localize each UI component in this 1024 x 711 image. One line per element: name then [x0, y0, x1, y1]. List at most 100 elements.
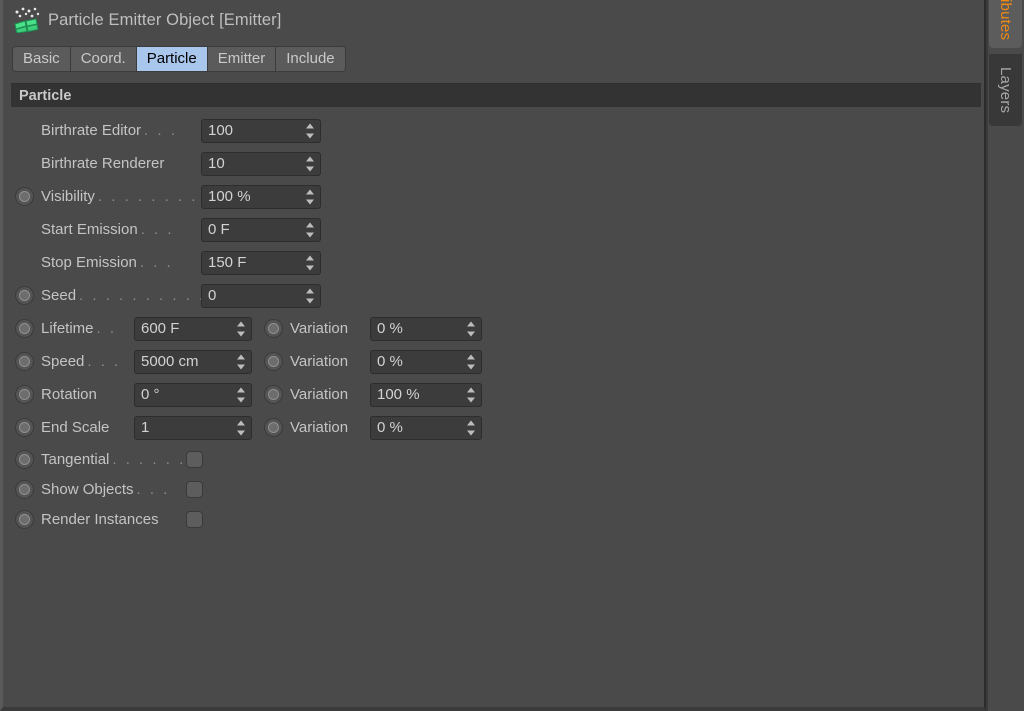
label-text: Tangential — [41, 450, 110, 468]
row-render-instances: Render Instances — [3, 504, 989, 534]
spinner-icon[interactable] — [467, 320, 476, 337]
field-birthrate-renderer[interactable]: 10 — [201, 151, 321, 176]
label-rotation-variation: Variation — [290, 386, 370, 403]
dock-tab-attributes-label: ibutes — [997, 0, 1014, 41]
label-text: Birthrate Editor — [41, 122, 142, 139]
label-birthrate-editor: Birthrate Editor . . . — [41, 122, 201, 139]
animate-toggle-rotation-variation[interactable] — [264, 385, 283, 404]
spinner-icon[interactable] — [237, 320, 246, 337]
label-visibility: Visibility . . . . . . . . — [41, 188, 201, 205]
label-speed: Speed . . . — [41, 353, 134, 370]
field-value: 100 % — [377, 386, 420, 403]
label-text: Variation — [290, 353, 349, 370]
field-value: 100 — [208, 122, 234, 139]
checkbox-tangential[interactable] — [186, 450, 203, 468]
dock-divider — [986, 0, 988, 711]
anim-spacer — [15, 154, 34, 173]
label-text: Variation — [290, 419, 349, 436]
field-value: 150 F — [208, 254, 247, 271]
spinner-icon[interactable] — [467, 386, 476, 403]
label-text: Variation — [290, 386, 349, 403]
row-speed: Speed . . . 5000 cm Variation 0 % — [3, 345, 989, 378]
animate-toggle-tangential[interactable] — [15, 449, 34, 469]
spinner-icon[interactable] — [306, 188, 315, 205]
field-lifetime-variation[interactable]: 0 % — [370, 316, 482, 341]
animate-toggle-visibility[interactable] — [15, 187, 34, 206]
tab-particle[interactable]: Particle — [136, 47, 208, 71]
label-text: End Scale — [41, 419, 110, 436]
dotted-leader: . . . — [136, 480, 170, 498]
animate-toggle-end-scale[interactable] — [15, 418, 34, 437]
dotted-leader: . . . — [87, 353, 121, 370]
tab-basic[interactable]: Basic — [13, 47, 71, 71]
tab-coord[interactable]: Coord. — [70, 47, 137, 71]
label-text: Variation — [290, 320, 349, 337]
animate-toggle-render-instances[interactable] — [15, 509, 34, 529]
label-rotation: Rotation — [41, 386, 134, 403]
animate-toggle-speed-variation[interactable] — [264, 352, 283, 371]
spinner-icon[interactable] — [306, 287, 315, 304]
page-title: Particle Emitter Object [Emitter] — [48, 10, 282, 29]
label-text: Show Objects — [41, 480, 134, 498]
spinner-icon[interactable] — [306, 221, 315, 238]
checkbox-render-instances[interactable] — [186, 510, 203, 528]
label-stop-emission: Stop Emission . . . — [41, 254, 201, 271]
field-rotation-variation[interactable]: 100 % — [370, 382, 482, 407]
field-seed[interactable]: 0 — [201, 283, 321, 308]
spinner-icon[interactable] — [467, 419, 476, 436]
dotted-leader: . . . . . . . . . . — [79, 287, 201, 304]
group-header-label: Particle — [19, 87, 72, 104]
field-rotation[interactable]: 0 ° — [134, 382, 252, 407]
spinner-icon[interactable] — [237, 386, 246, 403]
field-end-scale-variation[interactable]: 0 % — [370, 415, 482, 440]
label-text: Visibility — [41, 188, 95, 205]
tab-include[interactable]: Include — [276, 47, 345, 71]
animate-toggle-speed[interactable] — [15, 352, 34, 371]
anim-spacer — [15, 253, 34, 272]
label-lifetime-variation: Variation — [290, 320, 370, 337]
panel-title-row: Particle Emitter Object [Emitter] — [3, 0, 984, 40]
dotted-leader: . . . — [144, 122, 178, 139]
spinner-icon[interactable] — [306, 254, 315, 271]
parameter-list: Birthrate Editor . . . 100 Birthrate Ren… — [3, 114, 989, 534]
row-stop-emission: Stop Emission . . . 150 F — [3, 246, 989, 279]
label-text: Rotation — [41, 386, 97, 403]
field-value: 5000 cm — [141, 353, 199, 370]
field-end-scale[interactable]: 1 — [134, 415, 252, 440]
field-lifetime[interactable]: 600 F — [134, 316, 252, 341]
animate-toggle-lifetime[interactable] — [15, 319, 34, 338]
label-speed-variation: Variation — [290, 353, 370, 370]
animate-toggle-lifetime-variation[interactable] — [264, 319, 283, 338]
tab-emitter[interactable]: Emitter — [207, 47, 277, 71]
animate-toggle-show-objects[interactable] — [15, 479, 34, 499]
field-speed-variation[interactable]: 0 % — [370, 349, 482, 374]
attributes-panel: Particle Emitter Object [Emitter] Basic … — [0, 0, 986, 711]
spinner-icon[interactable] — [306, 122, 315, 139]
spinner-icon[interactable] — [467, 353, 476, 370]
field-start-emission[interactable]: 0 F — [201, 217, 321, 242]
label-seed: Seed . . . . . . . . . . — [41, 287, 201, 304]
field-value: 0 % — [377, 320, 403, 337]
spinner-icon[interactable] — [306, 155, 315, 172]
field-speed[interactable]: 5000 cm — [134, 349, 252, 374]
field-birthrate-editor[interactable]: 100 — [201, 118, 321, 143]
field-value: 0 ° — [141, 386, 160, 403]
label-end-scale: End Scale — [41, 419, 134, 436]
dotted-leader: . . . — [140, 221, 175, 238]
spinner-icon[interactable] — [237, 353, 246, 370]
row-seed: Seed . . . . . . . . . . 0 — [3, 279, 989, 312]
spinner-icon[interactable] — [237, 419, 246, 436]
dotted-leader: . . . — [139, 254, 174, 271]
checkbox-show-objects[interactable] — [186, 480, 203, 498]
field-stop-emission[interactable]: 150 F — [201, 250, 321, 275]
animate-toggle-end-scale-variation[interactable] — [264, 418, 283, 437]
animate-toggle-seed[interactable] — [15, 286, 34, 305]
group-header-particle[interactable]: Particle — [11, 83, 981, 107]
row-birthrate-editor: Birthrate Editor . . . 100 — [3, 114, 989, 147]
animate-toggle-rotation[interactable] — [15, 385, 34, 404]
field-visibility[interactable]: 100 % — [201, 184, 321, 209]
dock-tab-attributes[interactable]: ibutes — [989, 0, 1022, 48]
field-value: 1 — [141, 419, 150, 436]
cinema4d-attributes-window: Particle Emitter Object [Emitter] Basic … — [0, 0, 1024, 711]
dock-tab-layers[interactable]: Layers — [989, 54, 1022, 126]
